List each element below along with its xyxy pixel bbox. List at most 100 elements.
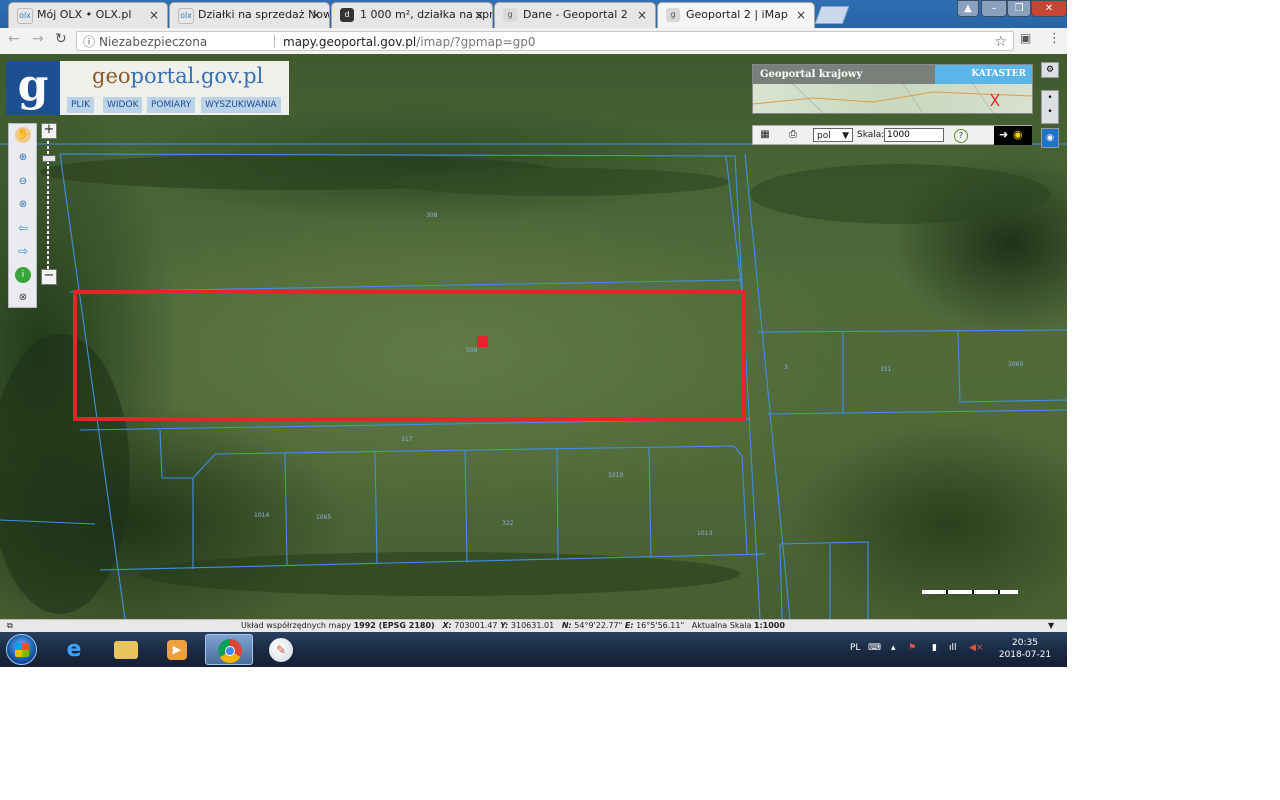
parcel-label: 322 — [502, 520, 514, 527]
zoom-thumb[interactable] — [42, 155, 56, 162]
taskbar-media-player[interactable]: ▶ — [153, 634, 201, 665]
maximize-button[interactable]: ❐ — [1007, 0, 1031, 17]
show-hidden-icons[interactable]: ▴ — [891, 643, 896, 653]
clear-icon[interactable]: ⊗ — [15, 290, 31, 306]
coordinate-system: 1992 (EPSG 2180) — [353, 621, 435, 630]
security-label[interactable]: Niezabezpieczona — [99, 32, 207, 52]
grid-icon[interactable]: ▦ — [759, 129, 771, 141]
kataster-label[interactable]: KATASTER — [935, 65, 1032, 84]
input-language[interactable]: PL — [850, 643, 860, 653]
close-icon[interactable]: × — [796, 3, 806, 27]
start-button[interactable] — [6, 634, 37, 665]
close-icon[interactable]: × — [149, 3, 159, 27]
eye-layers-icon[interactable]: ◉ — [1041, 128, 1059, 148]
reload-icon[interactable]: ↻ — [55, 31, 67, 47]
new-tab-button[interactable] — [814, 6, 850, 24]
print-icon[interactable]: ⎙ — [787, 129, 799, 141]
map-control-bar: ▦ ⎙ pol▼ Skala: ? ➜◉ — [752, 125, 1032, 145]
map-toolbar: ✋ ⊕ ⊖ ⊛ ⇦ ⇨ i ⊗ — [8, 123, 37, 308]
network-signal-icon[interactable]: ıll — [949, 643, 957, 653]
url-field[interactable]: ⓘ Niezabezpieczona mapy.geoportal.gov.pl… — [76, 31, 1014, 51]
zoom-slider[interactable]: + − — [41, 123, 57, 285]
overview-thumbnail[interactable] — [753, 84, 1032, 113]
scale-label: Skala: — [857, 130, 885, 140]
side-slider[interactable]: • • — [1041, 90, 1059, 124]
parcel-label: 509 — [466, 347, 478, 354]
wordmark-suffix: portal.gov.pl — [130, 64, 264, 88]
zoom-in-icon[interactable]: ⊕ — [15, 150, 31, 166]
map-view[interactable]: 308 509 3 311 1060 317 1065 322 1010 101… — [0, 54, 1067, 619]
menu-plik[interactable]: PLIK — [67, 97, 94, 113]
close-window-button[interactable]: ✕ — [1031, 0, 1067, 17]
collapse-arrow-icon[interactable]: ▼ — [1048, 620, 1054, 632]
parcel-label: 1065 — [316, 514, 332, 521]
close-icon[interactable]: × — [637, 3, 647, 27]
clock-time: 20:35 — [1012, 638, 1038, 648]
taskbar-chrome[interactable] — [205, 634, 253, 665]
next-view-icon[interactable]: ⇨ — [15, 243, 31, 259]
pan-hand-icon[interactable]: ✋ — [15, 127, 31, 143]
action-center-flag-icon[interactable]: ⚑ — [908, 643, 916, 653]
forward-icon[interactable]: → — [32, 31, 44, 47]
chrome-icon — [218, 639, 242, 663]
close-icon[interactable]: × — [311, 3, 321, 27]
menu-widok[interactable]: WIDOK — [103, 97, 143, 113]
taskbar-paint[interactable]: ✎ — [257, 634, 305, 665]
info-icon[interactable]: i — [15, 267, 31, 283]
help-icon[interactable]: ? — [954, 129, 968, 143]
parcel-label: 308 — [426, 212, 438, 219]
screen: olx Mój OLX • OLX.pl × olx Działki na sp… — [0, 0, 1067, 667]
parcel-label: 1010 — [608, 472, 624, 479]
clock[interactable]: 20:35 2018-07-21 — [990, 637, 1060, 661]
taskbar-internet-explorer[interactable]: e — [50, 634, 98, 665]
zoom-plus-button[interactable]: + — [41, 123, 57, 139]
windows-taskbar: e ▶ ✎ PL ⌨ ▴ ⚑ ▮ ıll ◀× 20:35 2018-07-21 — [0, 632, 1067, 667]
scale-input[interactable] — [884, 128, 944, 142]
tab-1000m2[interactable]: d 1 000 m², działka na sprz × — [331, 2, 493, 28]
menu-icon[interactable]: ⋮ — [1048, 31, 1061, 46]
geoportal-logo[interactable]: g — [6, 61, 60, 115]
menu-wyszukiwania[interactable]: WYSZUKIWANIA — [201, 97, 281, 113]
eye-icon: ◉ — [1013, 128, 1023, 141]
extension-icon[interactable]: ▣ — [1020, 31, 1031, 45]
tab-dzialki[interactable]: olx Działki na sprzedaż Nowe × — [169, 2, 330, 28]
zoom-extent-icon[interactable]: ⊛ — [15, 197, 31, 213]
right-tool-strip: ⚙ • • ◉ — [1041, 62, 1059, 154]
zoom-out-icon[interactable]: ⊖ — [15, 174, 31, 190]
keyboard-icon[interactable]: ⌨ — [868, 643, 881, 653]
wordmark-prefix: geo — [92, 64, 131, 88]
tab-geoportal-imap[interactable]: g Geoportal 2 | iMap × — [657, 2, 815, 28]
taskbar-file-explorer[interactable] — [102, 634, 150, 665]
clock-date: 2018-07-21 — [998, 650, 1052, 660]
zoom-minus-button[interactable]: − — [41, 269, 57, 285]
overview-roads — [753, 84, 1032, 113]
overview-map[interactable]: Geoportal krajowy KATASTER — [752, 64, 1033, 114]
visibility-toggle[interactable]: ➜ ◉ — [994, 126, 1032, 145]
menu-pomiary[interactable]: POMIARY — [147, 97, 196, 113]
language-select[interactable]: pol ▼ — [813, 128, 853, 142]
url-text[interactable]: mapy.geoportal.gov.pl/imap/?gpmap=gp0 — [283, 32, 535, 52]
geoportal-header: g geoportal.gov.pl PLIK WIDOK POMIARY WY… — [6, 61, 289, 115]
address-bar: ← → ↻ ⓘ Niezabezpieczona mapy.geoportal.… — [0, 28, 1067, 55]
status-prefix: Układ współrzędnych mapy — [241, 621, 352, 630]
bookmark-star-icon[interactable]: ☆ — [994, 32, 1007, 52]
info-icon[interactable]: ⓘ — [83, 32, 95, 52]
battery-icon[interactable]: ▮ — [932, 643, 937, 653]
selected-point-marker — [477, 336, 488, 347]
folder-icon — [114, 641, 138, 659]
user-icon[interactable]: ▲ — [957, 0, 979, 17]
tab-moj-olx[interactable]: olx Mój OLX • OLX.pl × — [8, 2, 168, 28]
resize-icon[interactable]: ⧉ — [7, 620, 13, 632]
close-icon[interactable]: × — [474, 3, 484, 27]
tab-dane-geoportal[interactable]: g Dane - Geoportal 2 × — [494, 2, 656, 28]
settings-icon[interactable]: ⚙ — [1041, 62, 1059, 78]
scale-bar — [922, 590, 1018, 594]
parcel-label: 1060 — [1008, 361, 1024, 368]
y-value: 310631.01 — [510, 621, 555, 630]
minimize-button[interactable]: – — [981, 0, 1007, 17]
overview-title: Geoportal krajowy — [753, 65, 935, 84]
volume-muted-icon[interactable]: ◀× — [969, 643, 983, 653]
previous-view-icon[interactable]: ⇦ — [15, 220, 31, 236]
olx-icon: olx — [17, 8, 33, 24]
back-icon[interactable]: ← — [8, 31, 20, 47]
